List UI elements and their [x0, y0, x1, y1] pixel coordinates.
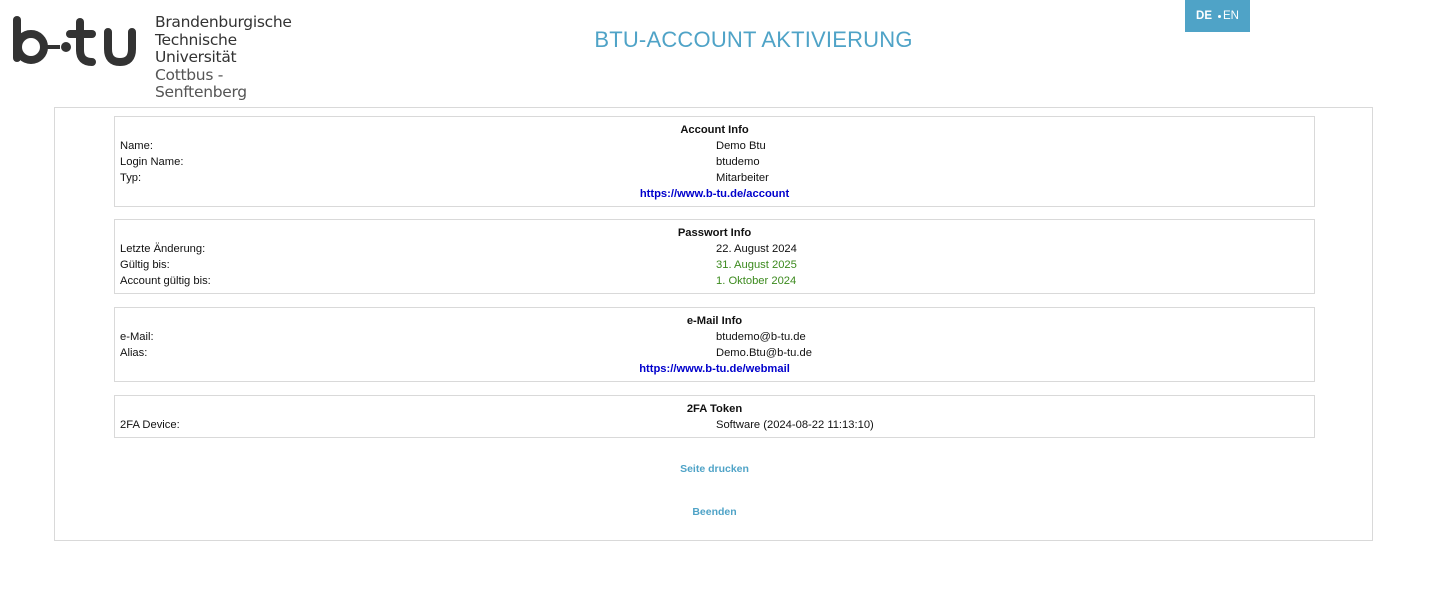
row-value: 31. August 2025 [716, 259, 797, 271]
table-row: e-Mail: btudemo@b-tu.de [120, 329, 1309, 345]
table-row: Alias: Demo.Btu@b-tu.de [120, 345, 1309, 361]
table-row: Account gültig bis: 1. Oktober 2024 [120, 273, 1309, 289]
lang-en-link[interactable]: EN [1218, 10, 1239, 22]
password-info-heading: Passwort Info [677, 227, 752, 239]
account-info-table: Account Info Name: Demo Btu Login Name: … [114, 116, 1315, 207]
webmail-link[interactable]: https://www.b-tu.de/webmail [120, 361, 1309, 377]
token-info-table: 2FA Token 2FA Device: Software (2024-08-… [114, 395, 1315, 438]
logo-line-3: Cottbus - Senftenberg [155, 65, 247, 101]
row-value: 1. Oktober 2024 [716, 275, 797, 287]
row-label: Typ: [120, 172, 142, 184]
row-label: Gültig bis: [120, 259, 170, 271]
print-page-button[interactable]: Seite drucken [55, 463, 1374, 475]
row-label: Name: [120, 140, 153, 152]
table-row: Typ: Mitarbeiter [120, 170, 1309, 186]
row-value: Mitarbeiter [716, 172, 769, 184]
row-value: Demo.Btu@b-tu.de [716, 347, 812, 359]
main-content: Account Info Name: Demo Btu Login Name: … [54, 107, 1373, 541]
row-label: Login Name: [120, 156, 184, 168]
page: Brandenburgische Technische Universität … [0, 0, 1429, 600]
table-row: Name: Demo Btu [120, 138, 1309, 154]
row-label: e-Mail: [120, 331, 154, 343]
password-info-table: Passwort Info Letzte Änderung: 22. Augus… [114, 219, 1315, 294]
account-info-heading: Account Info [680, 124, 749, 136]
row-value: 22. August 2024 [716, 243, 797, 255]
row-label: Alias: [120, 347, 148, 359]
table-row: Letzte Änderung: 22. August 2024 [120, 241, 1309, 257]
bullet-icon [1218, 14, 1221, 18]
table-row: 2FA Device: Software (2024-08-22 11:13:1… [120, 417, 1309, 433]
lang-en-label: EN [1223, 10, 1239, 22]
token-info-heading: 2FA Token [686, 403, 743, 415]
language-switch: DE EN [1185, 0, 1250, 32]
row-value: Demo Btu [716, 140, 766, 152]
account-link[interactable]: https://www.b-tu.de/account [120, 186, 1309, 202]
row-value: btudemo [716, 156, 760, 168]
row-label: 2FA Device: [120, 419, 180, 431]
table-row: Gültig bis: 31. August 2025 [120, 257, 1309, 273]
email-info-heading: e-Mail Info [686, 315, 743, 327]
lang-de-link[interactable]: DE [1196, 10, 1212, 22]
row-value: Software (2024-08-22 11:13:10) [716, 419, 874, 431]
row-label: Account gültig bis: [120, 275, 211, 287]
row-value: btudemo@b-tu.de [716, 331, 806, 343]
row-label: Letzte Änderung: [120, 243, 206, 255]
email-info-table: e-Mail Info e-Mail: btudemo@b-tu.de Alia… [114, 307, 1315, 382]
table-row: Login Name: btudemo [120, 154, 1309, 170]
quit-button[interactable]: Beenden [55, 506, 1374, 518]
